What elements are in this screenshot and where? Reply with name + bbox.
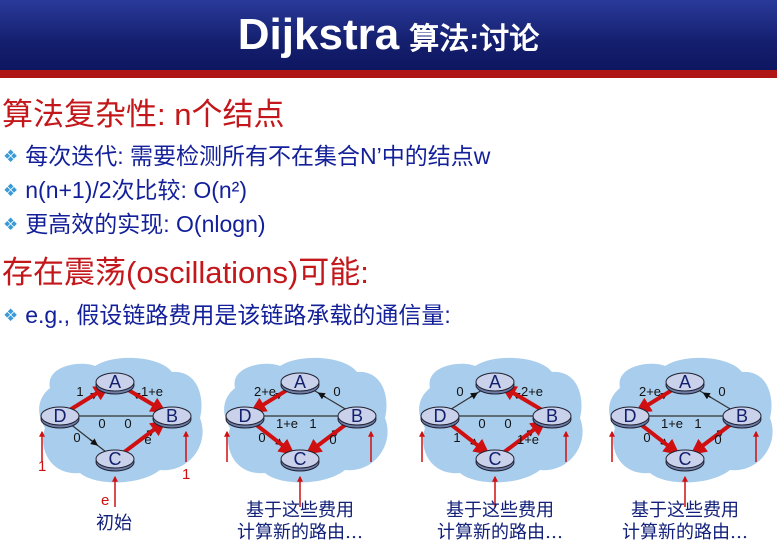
router-label-C: C <box>679 449 692 469</box>
bullet-4-text: e.g., 假设链路费用是该链路承载的通信量: <box>25 302 451 328</box>
input-D: 1 <box>38 458 46 475</box>
weight-DA: 2+e <box>254 384 276 399</box>
title-cjk: 算法:讨论 <box>409 23 540 56</box>
diamond-bullet-icon: ❖ <box>3 181 19 200</box>
weight-mid_right: 0 <box>504 416 511 431</box>
router-label-D: D <box>239 406 252 426</box>
bullet-3: ❖ 更高效的实现: O(nlogn) <box>3 209 266 242</box>
bullet-2: ❖ n(n+1)/2次比较: O(n²) <box>3 175 247 208</box>
weight-AB: 1+e <box>141 384 163 399</box>
network-panel-2: A B C D2+e 0 0 0 1+e 1 <box>224 357 388 507</box>
caption-panel-2: 基于这些费用 计算新的路由… <box>225 500 375 544</box>
weight-DC: 0 <box>258 430 265 445</box>
weight-DA: 2+e <box>639 384 661 399</box>
weight-DC: 0 <box>73 430 80 445</box>
router-label-B: B <box>166 406 178 426</box>
weight-mid_left: 0 <box>478 416 485 431</box>
router-label-C: C <box>489 449 502 469</box>
heading-complexity: 算法复杂性: n个结点 <box>2 97 285 132</box>
router-label-A: A <box>489 372 501 392</box>
weight-mid_left: 1+e <box>276 416 298 431</box>
caption-initial: 初始 <box>96 513 132 534</box>
weight-AB: 0 <box>718 384 725 399</box>
weight-DC: 1 <box>453 430 460 445</box>
router-label-D: D <box>54 406 67 426</box>
weight-CB: 0 <box>329 432 336 447</box>
bullet-1-text: 每次迭代: 需要检测所有不在集合N’中的结点w <box>25 143 491 169</box>
bullet-1: ❖ 每次迭代: 需要检测所有不在集合N’中的结点w <box>3 141 490 174</box>
router-label-B: B <box>736 406 748 426</box>
title-latin: Dijkstra <box>237 10 400 59</box>
router-label-A: A <box>294 372 306 392</box>
router-label-B: B <box>351 406 363 426</box>
weight-DA: 0 <box>456 384 463 399</box>
bullet-3-text: 更高效的实现: O(nlogn) <box>25 211 266 237</box>
caption-panel-2-text: 基于这些费用 计算新的路由… <box>237 500 363 543</box>
network-panel-3: ABCD0 2+e1 1+e0 0 <box>419 357 583 507</box>
title-underline <box>0 70 777 78</box>
weight-DA: 1 <box>76 384 83 399</box>
router-label-A: A <box>109 372 121 392</box>
input-C: e <box>101 492 109 509</box>
diamond-bullet-icon: ❖ <box>3 215 19 234</box>
router-label-B: B <box>546 406 558 426</box>
router-label-A: A <box>679 372 691 392</box>
weight-DC: 0 <box>643 430 650 445</box>
caption-panel-4-text: 基于这些费用 计算新的路由… <box>622 500 748 543</box>
weight-CB: 0 <box>714 432 721 447</box>
network-panel-4: A B C D2+e 0 0 0 1+e 1 <box>609 357 773 507</box>
caption-panel-4: 基于这些费用 计算新的路由… <box>610 500 760 544</box>
router-label-D: D <box>624 406 637 426</box>
router-label-C: C <box>294 449 307 469</box>
input-B: 1 <box>182 466 190 483</box>
weight-CB: 1+e <box>517 432 539 447</box>
weight-AB: 2+e <box>521 384 543 399</box>
caption-panel-3-text: 基于这些费用 计算新的路由… <box>437 500 563 543</box>
heading-oscillations: 存在震荡(oscillations)可能: <box>2 255 369 290</box>
weight-mid_right: 1 <box>694 416 701 431</box>
weight-AB: 0 <box>333 384 340 399</box>
weight-mid_right: 0 <box>124 416 131 431</box>
weight-CB: e <box>144 432 151 447</box>
router-label-D: D <box>434 406 447 426</box>
router-label-C: C <box>109 449 122 469</box>
bullet-2-text: n(n+1)/2次比较: O(n²) <box>25 177 247 203</box>
weight-mid_left: 0 <box>98 416 105 431</box>
bullet-4: ❖ e.g., 假设链路费用是该链路承载的通信量: <box>3 300 451 333</box>
weight-mid_right: 1 <box>309 416 316 431</box>
network-panel-1: ABCD1 1+e0 e0 01 1e <box>38 357 203 509</box>
slide-title: Dijkstra 算法:讨论 <box>0 8 777 67</box>
diamond-bullet-icon: ❖ <box>3 147 19 166</box>
caption-panel-3: 基于这些费用 计算新的路由… <box>425 500 575 544</box>
diamond-bullet-icon: ❖ <box>3 306 19 325</box>
weight-mid_left: 1+e <box>661 416 683 431</box>
